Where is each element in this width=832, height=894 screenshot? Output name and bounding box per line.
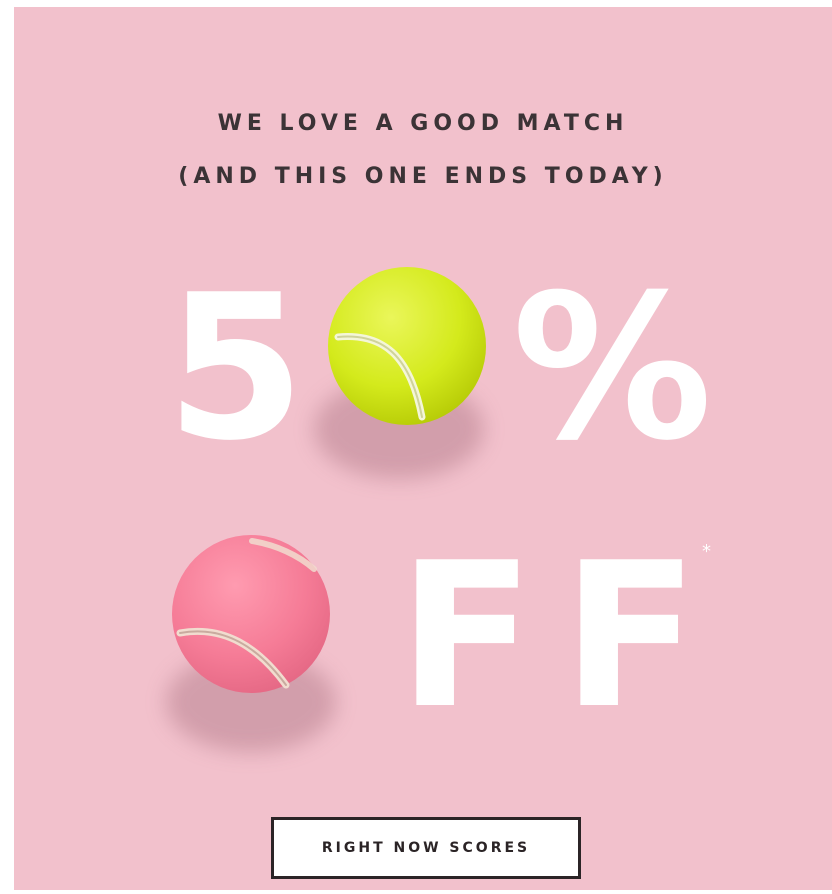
off-letter-f-second: F [562,520,699,753]
offer-asterisk: * [702,541,711,562]
headline-line-2: (AND THIS ONE ENDS TODAY) [178,164,668,189]
pink-ball-seam [176,538,317,689]
right-now-scores-button[interactable]: RIGHT NOW SCORES [271,817,581,879]
promo-banner: WE LOVE A GOOD MATCH (AND THIS ONE ENDS … [14,7,832,890]
discount-percent-sign: % [512,252,713,485]
green-tennis-ball-icon [328,267,486,425]
green-ball-seam [334,333,426,421]
pink-tennis-ball-icon [172,535,330,693]
off-letter-f-first: F [398,520,535,753]
headline-line-1: WE LOVE A GOOD MATCH [217,111,629,136]
discount-digit-five: 5 [166,252,306,485]
